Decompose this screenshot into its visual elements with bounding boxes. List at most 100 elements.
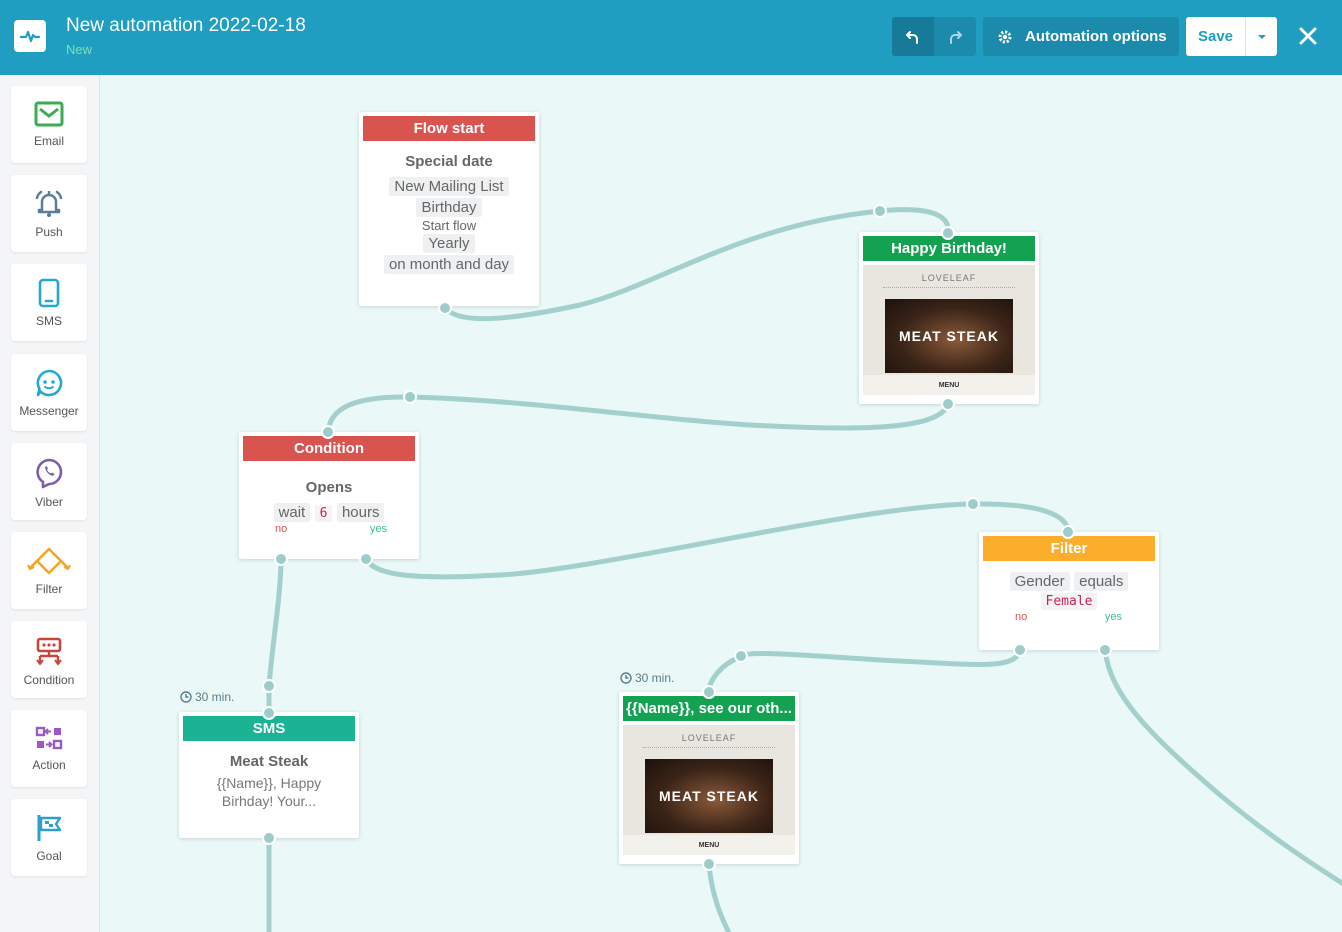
wire-filter-no-to-email2: [705, 647, 1023, 695]
sms-delay: 30 min.: [180, 690, 234, 704]
toolbox-goal-label: Goal: [36, 849, 62, 863]
undo-button[interactable]: [892, 17, 934, 56]
email2-input-port[interactable]: [702, 685, 716, 699]
filter-field-chip: Gender: [1009, 572, 1070, 591]
email-node-happy-birthday[interactable]: Happy Birthday! LOVELEAF MEAT STEAK MENU: [859, 232, 1039, 404]
toolbox-action-label: Action: [32, 758, 66, 772]
wire-birthday-to-condition: [325, 394, 951, 435]
toolbox-filter[interactable]: Filter: [11, 532, 87, 609]
toolbox-condition[interactable]: Condition: [11, 621, 87, 698]
filter-yes-label: yes: [1104, 611, 1122, 623]
phone-icon: [38, 278, 60, 308]
automation-options-button[interactable]: Automation options: [983, 17, 1179, 56]
filter-node[interactable]: Filter Gender equals Female no yes: [979, 532, 1159, 650]
sms-title: Meat Steak: [229, 753, 309, 770]
sms-message-preview: {{Name}}, Happy Birhday! Your...: [216, 775, 322, 809]
toolbox-messenger[interactable]: Messenger: [11, 354, 87, 431]
save-dropdown-button[interactable]: [1246, 17, 1277, 56]
email2-header: {{Name}}, see our oth...: [623, 696, 795, 721]
filter-icon: [27, 547, 71, 575]
email2-preview-thumbnail: LOVELEAF MEAT STEAK MENU: [623, 725, 795, 855]
filter-input-port[interactable]: [1061, 525, 1075, 539]
clock-icon: [620, 672, 632, 684]
email2-delay-label: 30 min.: [635, 671, 675, 685]
toolbox-push-label: Push: [35, 225, 63, 239]
wire-bend-handle[interactable]: [403, 390, 417, 404]
sms-output-port[interactable]: [262, 831, 276, 845]
email-birthday-output-port[interactable]: [941, 397, 955, 411]
toolbox-goal[interactable]: Goal: [11, 799, 87, 876]
condition-input-port[interactable]: [321, 425, 335, 439]
wait-value-chip: 6: [314, 505, 333, 522]
automation-logo-icon: [14, 20, 46, 52]
flow-start-header: Flow start: [363, 116, 535, 141]
email2-preview-footer: MENU: [623, 835, 795, 855]
condition-header: Condition: [243, 436, 415, 461]
clock-icon: [180, 691, 192, 703]
redo-button[interactable]: [934, 17, 976, 56]
wait-label-chip: wait: [273, 503, 311, 522]
flow-start-output-port[interactable]: [438, 301, 452, 315]
automation-title[interactable]: New automation 2022-02-18: [66, 15, 306, 37]
redo-icon: [950, 30, 962, 44]
gear-icon: [998, 30, 1012, 43]
history-buttons: [892, 17, 976, 56]
condition-yes-port[interactable]: [359, 552, 373, 566]
wire-bend-handle[interactable]: [262, 679, 276, 693]
toolbox-condition-label: Condition: [23, 673, 75, 687]
wire-filter-yes-down: [1102, 647, 1342, 887]
email2-output-port[interactable]: [702, 857, 716, 871]
match-chip: on month and day: [383, 255, 515, 274]
email-preview-hero: MEAT STEAK: [885, 299, 1013, 373]
email-preview-brand: LOVELEAF: [921, 273, 977, 283]
toolbox-email[interactable]: Email: [11, 86, 87, 163]
frequency-chip: Yearly: [423, 234, 475, 253]
bell-icon: [35, 190, 63, 217]
save-button[interactable]: Save: [1186, 17, 1246, 56]
wire-condition-yes-to-filter: [363, 501, 1071, 580]
start-flow-label: Start flow: [421, 218, 477, 233]
email-node-see-other[interactable]: {{Name}}, see our oth... LOVELEAF MEAT S…: [619, 692, 799, 864]
filter-header: Filter: [983, 536, 1155, 561]
sms-delay-label: 30 min.: [195, 690, 235, 704]
email2-preview-brand: LOVELEAF: [681, 733, 737, 743]
flow-start-node[interactable]: Flow start Special date New Mailing List…: [359, 112, 539, 306]
toolbox-action[interactable]: Action: [11, 710, 87, 787]
email-icon: [34, 101, 64, 127]
filter-yes-port[interactable]: [1098, 643, 1112, 657]
automation-options-label: Automation options: [1025, 28, 1167, 45]
wire-bend-handle[interactable]: [966, 497, 980, 511]
email2-preview-hero: MEAT STEAK: [645, 759, 773, 833]
toolbox-filter-label: Filter: [35, 582, 63, 596]
filter-no-port[interactable]: [1013, 643, 1027, 657]
sms-input-port[interactable]: [262, 706, 276, 720]
toolbox-viber[interactable]: Viber: [11, 443, 87, 520]
condition-no-label: no: [275, 523, 288, 535]
save-button-group: Save: [1186, 17, 1277, 56]
condition-yes-label: yes: [369, 523, 387, 535]
toolbox-viber-label: Viber: [35, 495, 63, 509]
wire-bend-handle[interactable]: [734, 649, 748, 663]
toolbox-email-label: Email: [33, 134, 64, 148]
element-toolbox: Email Push SMS Messenger Viber Filter Co…: [0, 75, 100, 932]
toolbox-push[interactable]: Push: [11, 175, 87, 252]
workflow-canvas[interactable]: Flow start Special date New Mailing List…: [100, 75, 1342, 932]
close-icon: [1299, 27, 1317, 45]
flow-start-title: Special date: [405, 153, 493, 170]
condition-icon: [36, 637, 62, 666]
goal-icon: [37, 815, 62, 841]
automation-status: New: [66, 42, 93, 57]
email-birthday-input-port[interactable]: [941, 226, 955, 240]
wire-bend-handle[interactable]: [873, 204, 887, 218]
wait-unit-chip: hours: [336, 503, 385, 522]
undo-icon: [906, 30, 918, 44]
condition-no-port[interactable]: [274, 552, 288, 566]
filter-operator-chip: equals: [1074, 572, 1129, 591]
close-button[interactable]: [1296, 24, 1320, 48]
toolbox-sms[interactable]: SMS: [11, 264, 87, 341]
date-field-chip: Birthday: [416, 198, 482, 217]
filter-no-label: no: [1015, 611, 1028, 623]
condition-node[interactable]: Condition Opens wait 6 hours no yes: [239, 432, 419, 559]
sms-node[interactable]: SMS Meat Steak {{Name}}, Happy Birhday! …: [179, 712, 359, 838]
action-icon: [35, 726, 63, 750]
